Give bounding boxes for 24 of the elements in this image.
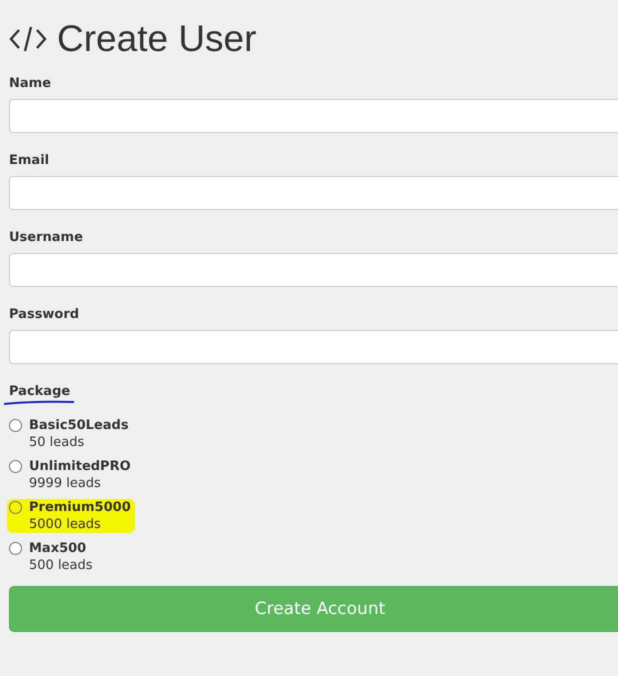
radio-button[interactable] xyxy=(9,501,22,514)
package-name: UnlimitedPRO xyxy=(29,459,131,474)
input-field[interactable] xyxy=(9,176,618,210)
input-field[interactable] xyxy=(9,99,618,133)
radio-button[interactable] xyxy=(9,419,22,432)
package-name: Basic50Leads xyxy=(29,418,129,433)
section-label: Package xyxy=(9,384,70,400)
package-detail: 5000 leads xyxy=(29,517,102,532)
package-detail: 500 leads xyxy=(29,558,93,573)
package-name: Max500 xyxy=(29,541,88,556)
radio-button[interactable] xyxy=(9,542,22,555)
package-name: Premium5000 xyxy=(29,500,131,515)
field-label: Email xyxy=(9,153,50,169)
code-icon xyxy=(9,25,47,53)
field-label: Name xyxy=(9,76,52,92)
highlighted-option[interactable]: Premium5000 5000 leads xyxy=(7,499,135,533)
field-label: Password xyxy=(9,307,80,323)
input-field[interactable] xyxy=(9,253,618,287)
package-detail: 50 leads xyxy=(29,435,86,450)
field-label: Username xyxy=(9,230,83,246)
input-field[interactable] xyxy=(9,330,618,364)
package-detail: 9999 leads xyxy=(29,476,102,491)
page-title: Create User xyxy=(57,17,256,61)
radio-button[interactable] xyxy=(9,460,22,473)
